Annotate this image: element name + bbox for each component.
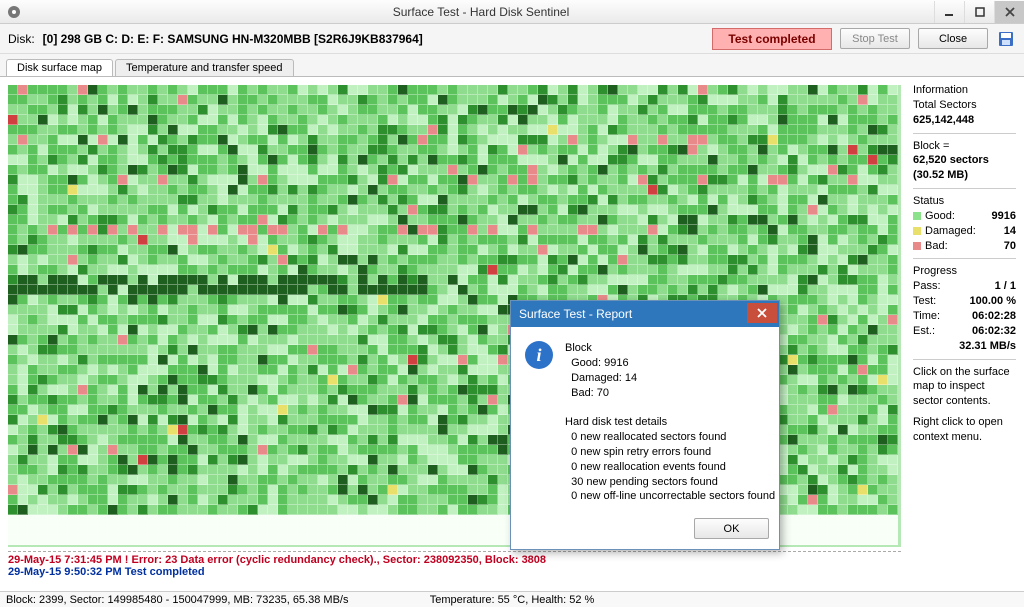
- close-button[interactable]: Close: [918, 28, 988, 49]
- test-value: 100.00 %: [970, 294, 1016, 309]
- disk-value: [0] 298 GB C: D: E: F: SAMSUNG HN-M320MB…: [43, 32, 423, 46]
- maximize-button[interactable]: [964, 1, 994, 23]
- log-line-error: 29-May-15 7:31:45 PM ! Error: 23 Data er…: [8, 554, 901, 566]
- minimize-button[interactable]: [934, 1, 964, 23]
- save-icon[interactable]: [996, 29, 1016, 49]
- block-label: Block =: [913, 139, 1016, 154]
- good-label: Good:: [925, 210, 955, 222]
- hint-context: Right click to open context menu.: [913, 415, 1016, 445]
- info-icon: i: [525, 341, 553, 369]
- dialog-ok-button[interactable]: OK: [694, 518, 769, 539]
- block-sectors: 62,520 sectors: [913, 153, 1016, 168]
- legend-good-icon: [913, 212, 921, 220]
- est-value: 06:02:32: [972, 324, 1016, 339]
- hint-inspect: Click on the surface map to inspect sect…: [913, 365, 1016, 410]
- test-status: Test completed: [712, 28, 832, 50]
- statusbar-center: Temperature: 55 °C, Health: 52 %: [430, 594, 595, 606]
- legend-damaged-icon: [913, 227, 921, 235]
- tab-temperature[interactable]: Temperature and transfer speed: [115, 59, 294, 76]
- stop-test-button[interactable]: Stop Test: [840, 28, 910, 49]
- test-label: Test:: [913, 294, 936, 309]
- dialog-body: Block Good: 9916 Damaged: 14 Bad: 70 Har…: [565, 341, 775, 504]
- legend-bad-icon: [913, 242, 921, 250]
- damaged-label: Damaged:: [925, 225, 976, 237]
- good-value: 9916: [992, 209, 1016, 224]
- bad-value: 70: [1004, 239, 1016, 254]
- total-sectors-label: Total Sectors: [913, 98, 1016, 113]
- toolbar: Disk: [0] 298 GB C: D: E: F: SAMSUNG HN-…: [0, 24, 1024, 54]
- info-heading: Information: [913, 83, 1016, 98]
- log-line-status: 29-May-15 9:50:32 PM Test completed: [8, 566, 901, 578]
- app-icon: [6, 4, 22, 20]
- tab-disk-surface-map[interactable]: Disk surface map: [6, 59, 113, 76]
- rate-value: 32.31 MB/s: [959, 339, 1016, 354]
- titlebar: Surface Test - Hard Disk Sentinel: [0, 0, 1024, 24]
- statusbar: Block: 2399, Sector: 149985480 - 1500479…: [0, 591, 1024, 607]
- report-dialog: Surface Test - Report i Block Good: 9916…: [510, 300, 780, 550]
- block-mb: (30.52 MB): [913, 168, 1016, 183]
- status-heading: Status: [913, 194, 1016, 209]
- damaged-value: 14: [1004, 224, 1016, 239]
- window-title: Surface Test - Hard Disk Sentinel: [28, 5, 934, 19]
- est-label: Est.:: [913, 324, 935, 339]
- log-panel: 29-May-15 7:31:45 PM ! Error: 23 Data er…: [8, 551, 901, 583]
- time-label: Time:: [913, 309, 940, 324]
- side-pane: Information Total Sectors 625,142,448 Bl…: [909, 77, 1024, 591]
- dialog-close-button[interactable]: [747, 303, 777, 323]
- statusbar-left: Block: 2399, Sector: 149985480 - 1500479…: [6, 594, 348, 606]
- window-close-button[interactable]: [994, 1, 1024, 23]
- dialog-title: Surface Test - Report: [511, 301, 779, 327]
- pass-label: Pass:: [913, 279, 941, 294]
- pass-value: 1 / 1: [995, 279, 1016, 294]
- tabbar: Disk surface map Temperature and transfe…: [0, 54, 1024, 76]
- dialog-title-text: Surface Test - Report: [519, 307, 632, 321]
- total-sectors: 625,142,448: [913, 113, 1016, 128]
- disk-label: Disk:: [8, 32, 35, 46]
- time-value: 06:02:28: [972, 309, 1016, 324]
- progress-heading: Progress: [913, 264, 1016, 279]
- bad-label: Bad:: [925, 240, 948, 252]
